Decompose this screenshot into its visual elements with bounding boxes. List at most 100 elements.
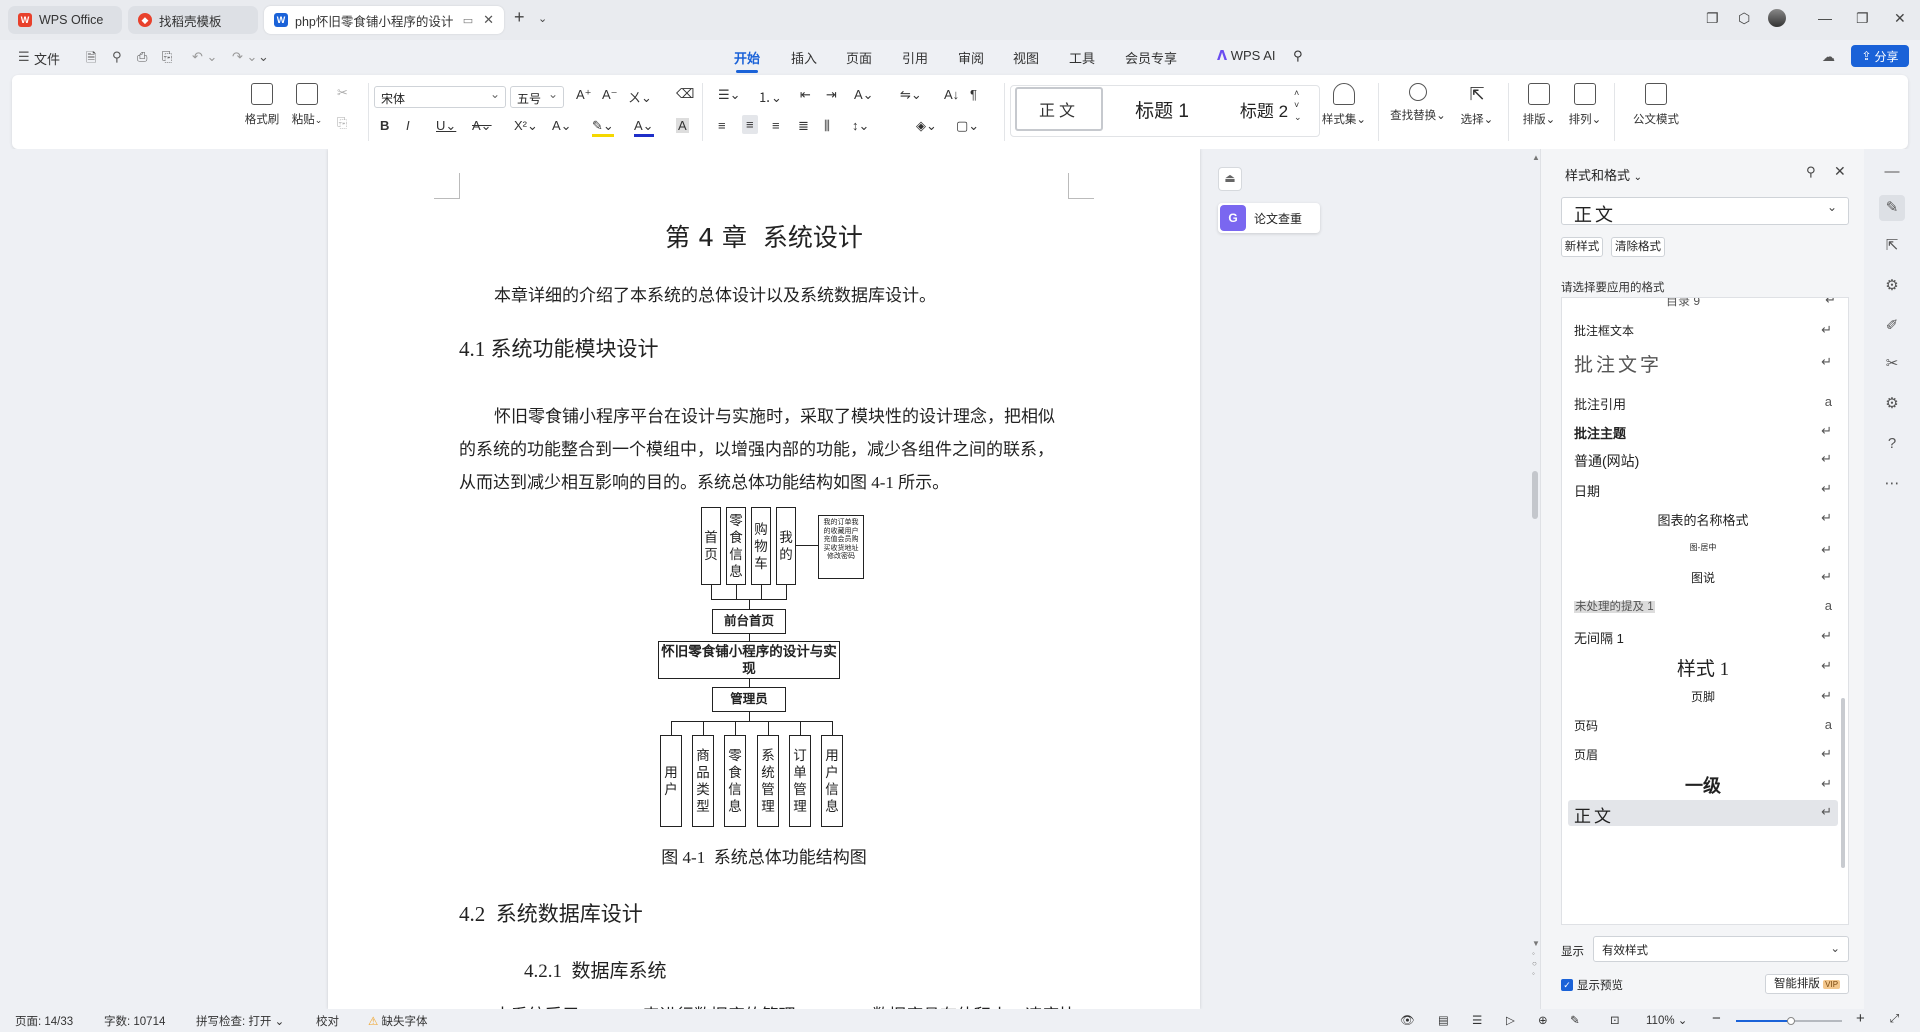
hamburger-icon[interactable]: ☰ [18, 49, 30, 65]
shrink-font-icon[interactable]: A⁻ [602, 87, 618, 103]
font-name-select[interactable]: 宋体 [374, 86, 506, 108]
line-spacing-icon[interactable]: ↕⌄ [852, 118, 869, 134]
help-icon[interactable]: ? [1883, 435, 1901, 453]
cloud-icon[interactable]: ☁ [1822, 49, 1835, 65]
text-effect-icon[interactable]: A⌄ [552, 118, 572, 134]
spell-check-toggle[interactable]: 拼写检查: 打开 ⌄ [196, 1013, 284, 1029]
outline-view-icon[interactable]: ☰ [1472, 1013, 1482, 1027]
more-icon[interactable]: ⋯ [1883, 475, 1901, 493]
zoom-in-icon[interactable]: + [1856, 1010, 1865, 1027]
sort-icon[interactable]: A↓ [944, 87, 959, 102]
style-item-toc9[interactable]: 目录 9 ↵ [1666, 298, 1846, 309]
layout-icon[interactable]: ❐ [1706, 10, 1719, 27]
style-item[interactable]: 页码 a [1574, 717, 1832, 734]
style-normal[interactable]: 正文 [1015, 87, 1103, 131]
superscript-icon[interactable]: X²⌄ [514, 118, 538, 134]
smart-layout-button[interactable]: 智能排版 VIP [1765, 974, 1849, 994]
missing-font-button[interactable]: ⚠ 缺失字体 [368, 1013, 428, 1029]
new-style-button[interactable]: 新样式 [1561, 237, 1603, 257]
select-cursor-icon[interactable]: ⇱ [1883, 237, 1901, 255]
tab-member[interactable]: 会员专享 [1125, 48, 1177, 67]
fullscreen-icon[interactable]: ⤢ [1890, 1013, 1899, 1026]
plagiarism-check-button[interactable]: G 论文查重 [1218, 203, 1320, 233]
close-panel-icon[interactable]: ✕ [1834, 163, 1846, 180]
style-list-scrollbar[interactable] [1841, 698, 1845, 868]
undo-icon[interactable]: ↶ ⌄ [192, 49, 217, 65]
print-icon[interactable]: ⎙ [137, 49, 147, 65]
scroll-up-icon[interactable]: ▲ [1532, 153, 1540, 162]
grow-font-icon[interactable]: A⁺ [576, 87, 592, 103]
style-set-button[interactable]: 样式集⌄ [1316, 81, 1372, 127]
proofread-button[interactable]: 校对 [316, 1013, 339, 1029]
page-indicator[interactable]: 页面: 14/33 [15, 1013, 73, 1029]
border-icon[interactable]: ▢⌄ [956, 118, 979, 134]
tab-view[interactable]: 视图 [1013, 48, 1039, 67]
format-painter-button[interactable]: 格式刷 [239, 81, 285, 127]
web-view-icon[interactable]: ⊕ [1538, 1013, 1548, 1027]
collapse-toolbar-button[interactable]: ⏏ [1218, 167, 1242, 191]
scrollbar-thumb[interactable] [1532, 471, 1538, 519]
bullet-list-icon[interactable]: ☰⌄ [718, 87, 741, 103]
style-item[interactable]: 批注文字 ↵ [1574, 350, 1832, 377]
fit-page-icon[interactable]: ⊡ [1610, 1013, 1620, 1027]
minimize-icon[interactable]: — [1818, 10, 1832, 26]
cube-icon[interactable]: ⬡ [1738, 10, 1750, 27]
redo-icon[interactable]: ↷ ⌄ [232, 49, 257, 65]
collapse-rail-icon[interactable]: — [1883, 163, 1901, 181]
pen-icon[interactable]: ✎ [1570, 1013, 1580, 1027]
export-icon[interactable]: ⚲ [112, 49, 122, 65]
style-item[interactable]: 样式 1 ↵ [1574, 654, 1832, 681]
tab-docer-template[interactable]: ◆ 找稻壳模板 [128, 6, 258, 34]
show-filter-select[interactable]: 有效样式 ⌄ [1593, 936, 1849, 962]
function-structure-diagram[interactable]: 首页 零食信息 购物车 我的 我的订单我的收藏用户充值会员购买收货地址修改密码 … [328, 149, 1200, 829]
current-style-select[interactable]: 正文 ⌄ [1561, 197, 1849, 225]
shading-icon[interactable]: ◈⌄ [916, 118, 937, 134]
style-item[interactable]: 批注主题 ↵ [1574, 423, 1832, 442]
chinese-layout-icon[interactable]: A⌄ [854, 87, 874, 103]
style-item[interactable]: 页脚 ↵ [1574, 688, 1832, 705]
quick-access-chevron-icon[interactable]: ⌄ [258, 49, 269, 65]
style-item[interactable]: 普通(网站) ↵ [1574, 451, 1832, 471]
share-button[interactable]: ⇪ 分享 [1851, 45, 1909, 67]
eye-icon[interactable]: 👁 [1400, 1013, 1415, 1027]
bold-icon[interactable]: B [380, 118, 389, 133]
tab-list-chevron-icon[interactable]: ⌄ [538, 12, 547, 25]
style-item[interactable]: 批注引用 a [1574, 394, 1832, 413]
cut-icon[interactable]: ✂ [337, 85, 348, 101]
style-item[interactable]: 图说 ↵ [1574, 569, 1832, 586]
tab-insert[interactable]: 插入 [791, 48, 817, 67]
styles-panel-title[interactable]: 样式和格式 ⌄ [1565, 165, 1642, 184]
file-menu[interactable]: 文件 [34, 49, 60, 68]
strikethrough-icon[interactable]: A⌄ [472, 118, 492, 134]
italic-icon[interactable]: I [406, 118, 410, 133]
adjust-icon[interactable]: ⚙ [1883, 277, 1901, 295]
restore-icon[interactable]: ❐ [1856, 10, 1869, 27]
clear-format-button[interactable]: 清除格式 [1611, 237, 1665, 257]
increase-indent-icon[interactable]: ⇥ [826, 87, 837, 103]
page-view-icon[interactable]: ▤ [1438, 1013, 1449, 1027]
edit-style-icon[interactable]: ✎ [1879, 195, 1905, 221]
search-icon[interactable]: ⚲ [1293, 48, 1303, 64]
close-tab-icon[interactable]: ✕ [483, 12, 494, 28]
zoom-slider-thumb[interactable] [1787, 1017, 1795, 1025]
underline-icon[interactable]: U⌄ [436, 118, 456, 134]
font-size-select[interactable]: 五号 [510, 86, 564, 108]
find-replace-button[interactable]: 查找替换⌄ [1386, 81, 1450, 123]
decrease-indent-icon[interactable]: ⇤ [800, 87, 811, 103]
style-item[interactable]: 图表的名称格式 ↵ [1574, 510, 1832, 529]
align-center-icon[interactable]: ≡ [742, 115, 758, 134]
style-item-selected[interactable]: 正文 ↵ [1568, 800, 1838, 826]
tab-references[interactable]: 引用 [902, 48, 928, 67]
justify-icon[interactable]: ≣ [798, 118, 809, 134]
numbered-list-icon[interactable]: ⒈⌄ [758, 87, 782, 106]
arrange-button[interactable]: 排列⌄ [1564, 81, 1606, 127]
text-direction-icon[interactable]: ⇋⌄ [900, 87, 922, 103]
align-right-icon[interactable]: ≡ [772, 118, 780, 133]
show-marks-icon[interactable]: ¶ [970, 87, 977, 102]
monitor-icon[interactable]: ▭ [463, 14, 473, 27]
tools-icon[interactable]: ✂ [1883, 355, 1901, 373]
style-item[interactable]: 批注框文本 ↵ [1574, 322, 1832, 339]
tab-home[interactable]: 开始 [734, 48, 760, 73]
font-color-icon[interactable]: A⌄ [634, 118, 654, 137]
tab-review[interactable]: 审阅 [958, 48, 984, 67]
